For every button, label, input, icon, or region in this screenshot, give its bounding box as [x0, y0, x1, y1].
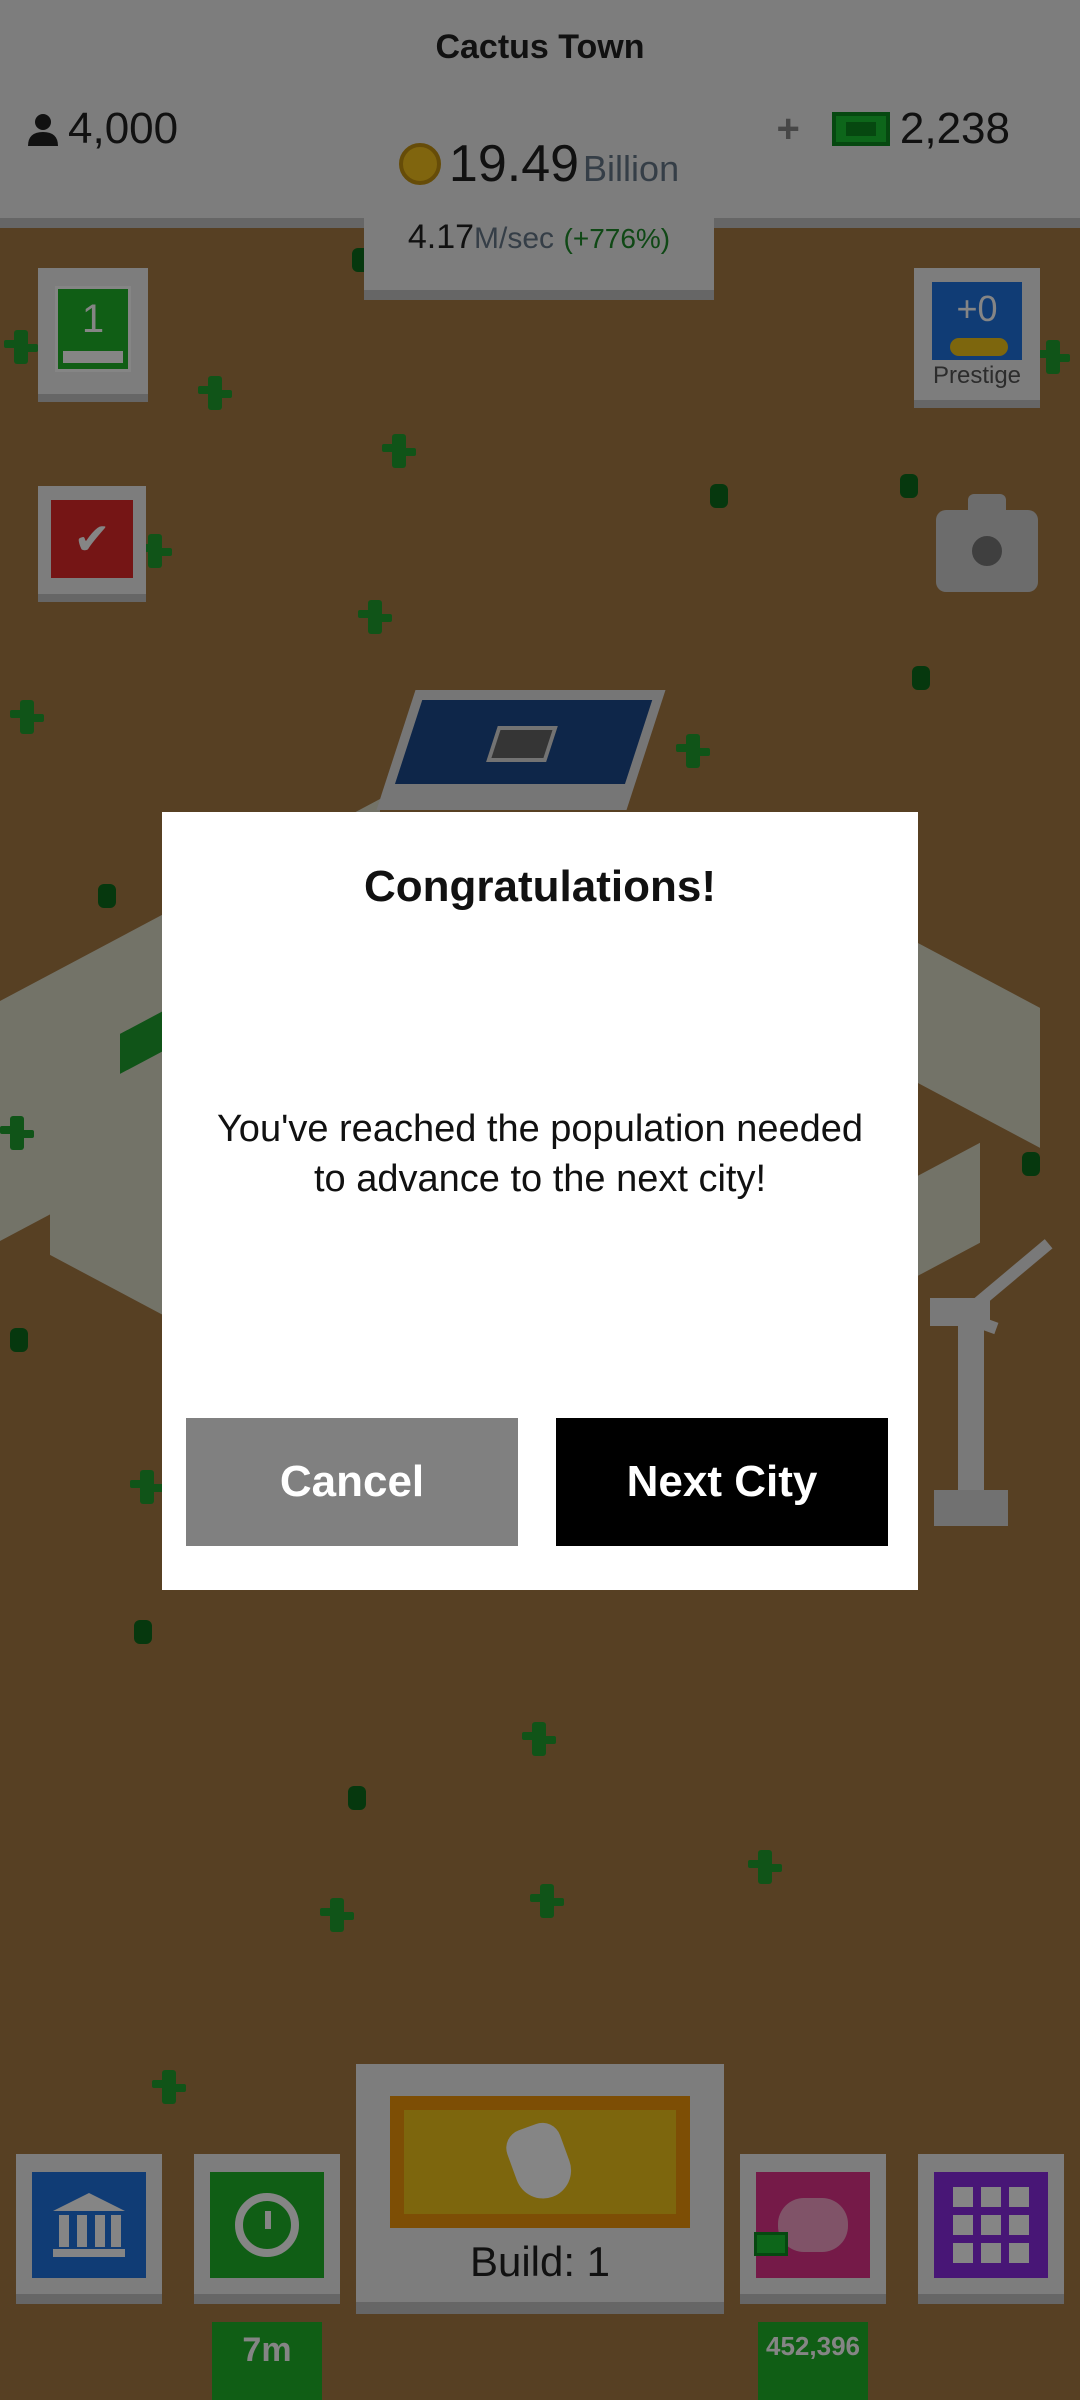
building-roof — [394, 700, 653, 784]
grid-icon — [953, 2187, 1029, 2263]
cactus — [320, 1898, 354, 1932]
barrel — [900, 474, 918, 498]
add-cash-icon[interactable]: + — [777, 107, 800, 152]
bank-icon — [53, 2193, 125, 2257]
cactus — [138, 534, 172, 568]
prestige-count: +0 — [956, 288, 998, 329]
menu-grid-button[interactable] — [918, 2154, 1064, 2304]
build-panel[interactable]: Build: 1 — [356, 2064, 724, 2314]
cactus — [1036, 340, 1070, 374]
money-panel: 19.49 Billion 4.17M/sec (+776%) — [364, 118, 714, 300]
camera-icon[interactable] — [936, 494, 1038, 592]
cash-display[interactable]: + 2,238 — [777, 104, 1010, 154]
key-icon — [950, 338, 1008, 356]
clock-icon — [235, 2193, 299, 2257]
piggy-bank-icon — [754, 2198, 848, 2256]
prestige-button[interactable]: +0 Prestige — [914, 268, 1040, 408]
cash-value: 2,238 — [899, 104, 1010, 153]
coin-icon — [398, 143, 441, 185]
rate-change: (+776%) — [563, 223, 671, 254]
population-value: 4,000 — [68, 104, 179, 153]
time-warp-tag: 7m — [212, 2322, 322, 2400]
cactus — [676, 734, 710, 768]
windmill-base — [934, 1490, 1008, 1526]
roof-vent — [486, 726, 558, 762]
bank-button[interactable] — [16, 2154, 162, 2304]
cactus — [152, 2070, 186, 2104]
city-name: Cactus Town — [435, 28, 645, 66]
piggy-bank-tile — [754, 2172, 870, 2278]
time-warp-tile — [210, 2172, 324, 2278]
level-button[interactable]: 1 — [38, 268, 148, 402]
checkmark-icon: ✔ — [51, 500, 133, 578]
money-value: 19.49 — [448, 135, 580, 193]
cactus — [0, 1116, 34, 1150]
cactus — [522, 1722, 556, 1756]
congratulations-dialog: Congratulations! You've reached the popu… — [162, 812, 918, 1590]
population-display: 4,000 — [26, 104, 178, 154]
rate-unit: M/sec — [474, 222, 555, 255]
level-progress-bar — [63, 351, 123, 363]
prestige-badge: +0 — [932, 282, 1022, 360]
cactus — [530, 1884, 564, 1918]
barrel — [912, 666, 930, 690]
barrel — [710, 484, 728, 508]
cactus — [4, 330, 38, 364]
cancel-button[interactable]: Cancel — [186, 1418, 518, 1546]
person-icon — [28, 114, 58, 146]
rate-value: 4.17 — [407, 218, 475, 256]
cash-bill-icon — [831, 112, 890, 146]
barrel — [348, 1786, 366, 1810]
bank-tile — [32, 2172, 146, 2278]
cactus — [130, 1470, 164, 1504]
menu-grid-tile — [934, 2172, 1048, 2278]
piggy-bank-button[interactable] — [740, 2154, 886, 2304]
hand-hammer-icon — [501, 2117, 579, 2207]
barrel — [134, 1620, 152, 1644]
money-display: 19.49 Billion — [364, 134, 714, 194]
city-hall-building — [376, 690, 666, 810]
windmill — [958, 1300, 984, 1520]
camera-lens — [966, 530, 1008, 572]
barrel — [10, 1328, 28, 1352]
time-warp-button[interactable] — [194, 2154, 340, 2304]
dialog-message: You've reached the population needed to … — [216, 1108, 864, 1200]
piggy-bank-amount: 452,396 — [758, 2322, 868, 2400]
build-label: Build: 1 — [469, 2238, 611, 2285]
level-number: 1 — [81, 297, 105, 341]
income-rate: 4.17M/sec (+776%) — [364, 218, 714, 257]
windmill-blade — [968, 1239, 1053, 1313]
cactus — [358, 600, 392, 634]
level-badge: 1 — [55, 286, 131, 372]
cactus — [382, 434, 416, 468]
dialog-title: Congratulations! — [364, 862, 716, 911]
next-city-button[interactable]: Next City — [556, 1418, 888, 1546]
cactus — [10, 700, 44, 734]
barrel — [98, 884, 116, 908]
build-button[interactable] — [390, 2096, 690, 2228]
money-unit: Billion — [583, 148, 680, 189]
cactus — [198, 376, 232, 410]
barrel — [1022, 1152, 1040, 1176]
prestige-label: Prestige — [932, 362, 1022, 389]
objectives-button[interactable]: ✔ — [38, 486, 146, 602]
cactus — [748, 1850, 782, 1884]
